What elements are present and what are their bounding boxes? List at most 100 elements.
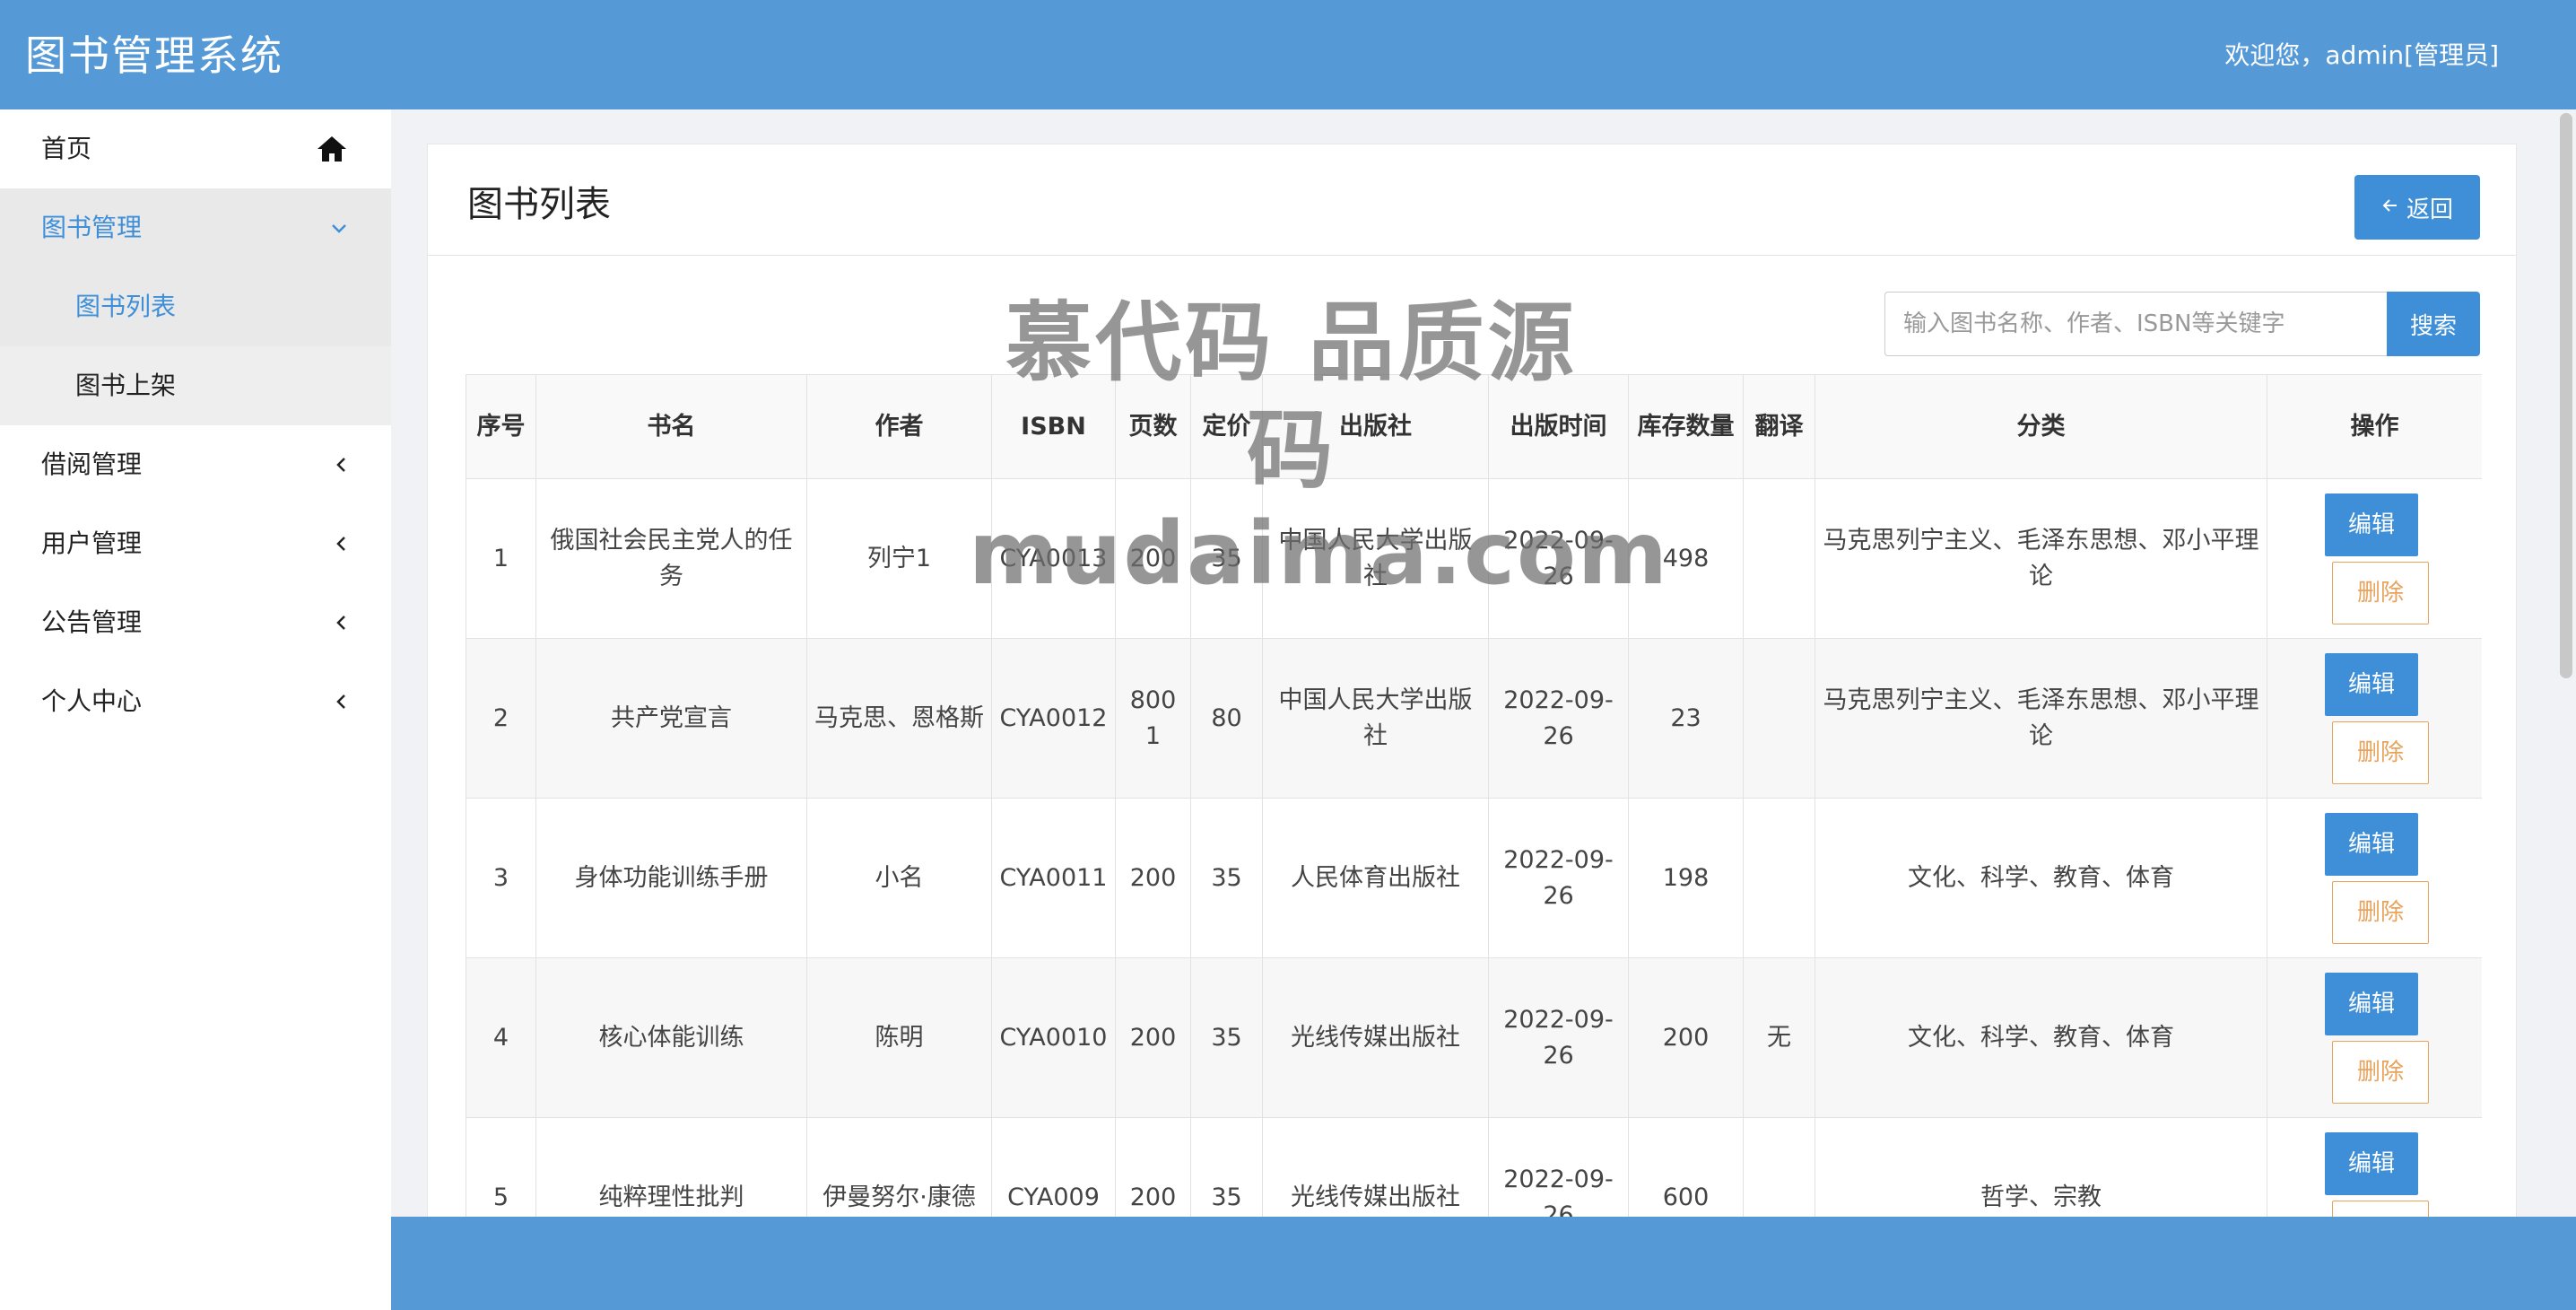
edit-button[interactable]: 编辑 [2325,493,2418,556]
book-table-container: 序号 书名 作者 ISBN 页数 定价 出版社 出版时间 库存数量 翻译 分类 … [466,374,2482,1310]
cell-price: 35 [1190,478,1263,639]
cell-author: 陈明 [806,957,992,1118]
cell-category: 马克思列宁主义、毛泽东思想、邓小平理论 [1815,478,2267,639]
search-input[interactable] [1884,292,2387,356]
table-header-row: 序号 书名 作者 ISBN 页数 定价 出版社 出版时间 库存数量 翻译 分类 … [466,374,2482,479]
cell-actions: 编辑 删除 [2267,638,2482,799]
edit-button[interactable]: 编辑 [2325,652,2418,716]
sidebar-item-label: 用户管理 [41,528,143,558]
page-title: 图书列表 [467,184,611,225]
cell-isbn: CYA0012 [991,638,1116,799]
search-bar: 搜索 [1884,292,2480,356]
chevron-left-icon [335,425,348,504]
cell-pages: 8001 [1115,638,1191,799]
cell-publisher: 光线传媒出版社 [1262,957,1489,1118]
edit-button[interactable]: 编辑 [2325,972,2418,1035]
cell-name: 身体功能训练手册 [535,798,807,958]
scrollbar-thumb[interactable] [2560,113,2572,678]
sidebar-item-label: 首页 [41,134,92,163]
column-header: 库存数量 [1628,374,1744,479]
arrow-left-icon [2381,194,2399,221]
cell-actions: 编辑 删除 [2267,798,2482,958]
cell-stock: 23 [1628,638,1744,799]
cell-translator [1743,798,1815,958]
sidebar-item-notice-management[interactable]: 公告管理 [0,583,391,662]
table-row: 1 俄国社会民主党人的任务 列宁1 CYA0013 200 35 中国人民大学出… [466,478,2482,639]
edit-button[interactable]: 编辑 [2325,1131,2418,1195]
edit-button[interactable]: 编辑 [2325,812,2418,876]
cell-category: 马克思列宁主义、毛泽东思想、邓小平理论 [1815,638,2267,799]
cell-name: 核心体能训练 [535,957,807,1118]
cell-date: 2022-09-26 [1488,798,1629,958]
cell-publisher: 人民体育出版社 [1262,798,1489,958]
cell-price: 35 [1190,798,1263,958]
cell-date: 2022-09-26 [1488,478,1629,639]
cell-stock: 498 [1628,478,1744,639]
cell-publisher: 中国人民大学出版社 [1262,638,1489,799]
sidebar-item-label: 借阅管理 [41,450,143,479]
cell-author: 马克思、恩格斯 [806,638,992,799]
chevron-down-icon [330,188,348,267]
chevron-left-icon [335,662,348,741]
cell-stock: 198 [1628,798,1744,958]
sidebar: 首页 图书管理 图书列表 图书上架 借阅管理 用户管理 公告管理 个人中心 [0,109,391,1310]
delete-button[interactable]: 删除 [2332,1040,2429,1104]
sidebar-item-label: 图书上架 [75,371,177,400]
cell-price: 35 [1190,957,1263,1118]
home-icon [316,109,348,188]
column-header: 出版时间 [1488,374,1629,479]
column-header: 分类 [1815,374,2267,479]
cell-translator [1743,638,1815,799]
cell-name: 共产党宣言 [535,638,807,799]
column-header: 操作 [2267,374,2482,479]
cell-no: 2 [466,638,536,799]
sidebar-item-book-management[interactable]: 图书管理 [0,188,391,267]
cell-isbn: CYA0011 [991,798,1116,958]
delete-button[interactable]: 删除 [2332,720,2429,784]
table-row: 3 身体功能训练手册 小名 CYA0011 200 35 人民体育出版社 202… [466,798,2482,958]
cell-date: 2022-09-26 [1488,957,1629,1118]
column-header: 出版社 [1262,374,1489,479]
cell-isbn: CYA0010 [991,957,1116,1118]
cell-pages: 200 [1115,478,1191,639]
chevron-left-icon [335,504,348,583]
cell-pages: 200 [1115,798,1191,958]
sidebar-item-borrow-management[interactable]: 借阅管理 [0,425,391,504]
column-header: 书名 [535,374,807,479]
top-header: 图书管理系统 欢迎您，admin[管理员] [0,0,2576,109]
table-row: 2 共产党宣言 马克思、恩格斯 CYA0012 8001 80 中国人民大学出版… [466,638,2482,799]
chevron-left-icon [335,583,348,662]
cell-actions: 编辑 删除 [2267,478,2482,639]
cell-no: 3 [466,798,536,958]
column-header: 页数 [1115,374,1191,479]
sidebar-item-personal-center[interactable]: 个人中心 [0,662,391,741]
cell-author: 小名 [806,798,992,958]
sidebar-item-home[interactable]: 首页 [0,109,391,188]
column-header: 序号 [466,374,536,479]
back-button[interactable]: 返回 [2354,175,2480,240]
cell-no: 1 [466,478,536,639]
cell-category: 文化、科学、教育、体育 [1815,957,2267,1118]
cell-price: 80 [1190,638,1263,799]
sidebar-item-user-management[interactable]: 用户管理 [0,504,391,583]
cell-author: 列宁1 [806,478,992,639]
sidebar-item-label: 图书管理 [41,213,143,242]
cell-translator [1743,478,1815,639]
cell-name: 俄国社会民主党人的任务 [535,478,807,639]
search-button[interactable]: 搜索 [2387,292,2480,356]
welcome-text[interactable]: 欢迎您，admin[管理员] [2224,36,2499,72]
cell-category: 文化、科学、教育、体育 [1815,798,2267,958]
sidebar-item-label: 图书列表 [75,292,177,321]
sidebar-item-book-list[interactable]: 图书列表 [0,267,391,346]
back-button-label: 返回 [2406,196,2453,223]
cell-no: 4 [466,957,536,1118]
sidebar-item-book-shelve[interactable]: 图书上架 [0,346,391,425]
panel-header: 图书列表 返回 [428,144,2516,256]
app-title: 图书管理系统 [25,31,283,80]
column-header: 翻译 [1743,374,1815,479]
delete-button[interactable]: 删除 [2332,880,2429,944]
cell-stock: 200 [1628,957,1744,1118]
delete-button[interactable]: 删除 [2332,561,2429,624]
sidebar-item-label: 个人中心 [41,686,143,716]
cell-translator: 无 [1743,957,1815,1118]
